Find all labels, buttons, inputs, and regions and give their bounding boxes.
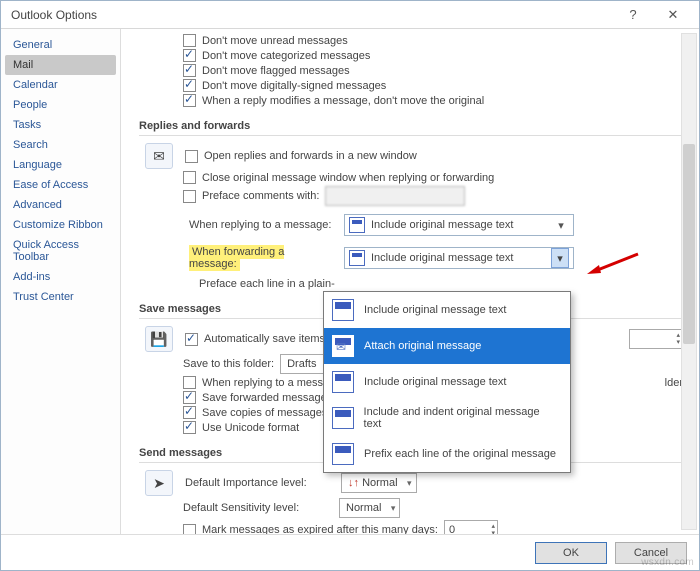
fwd-option-prefix[interactable]: Prefix each line of the original message bbox=[324, 436, 570, 472]
fwd-option-include[interactable]: Include original message text bbox=[324, 292, 570, 328]
check-label: Save forwarded messages bbox=[202, 392, 332, 404]
importance-select[interactable]: ↓↑ Normal bbox=[341, 473, 417, 493]
checkbox-expire[interactable] bbox=[183, 524, 196, 535]
message-icon bbox=[332, 299, 354, 321]
replies-icon: ✉ bbox=[145, 143, 173, 169]
forward-mode-label: When forwarding a message: bbox=[183, 246, 338, 270]
sidebar-item-search[interactable]: Search bbox=[5, 135, 116, 155]
checkbox[interactable] bbox=[183, 94, 196, 107]
importance-label: Default Importance level: bbox=[185, 477, 335, 489]
check-label: Automatically save items th bbox=[204, 333, 337, 345]
sidebar-item-quick-access-toolbar[interactable]: Quick Access Toolbar bbox=[5, 235, 116, 267]
window-title: Outlook Options bbox=[11, 8, 613, 22]
fwd-option-indent[interactable]: Include and indent original message text bbox=[324, 400, 570, 436]
sidebar-item-general[interactable]: General bbox=[5, 35, 116, 55]
sidebar-item-advanced[interactable]: Advanced bbox=[5, 195, 116, 215]
checkbox[interactable] bbox=[183, 79, 196, 92]
ok-button[interactable]: OK bbox=[535, 542, 607, 564]
checkbox-preface-comments[interactable] bbox=[183, 190, 196, 203]
sidebar-item-add-ins[interactable]: Add-ins bbox=[5, 267, 116, 287]
sensitivity-label: Default Sensitivity level: bbox=[183, 502, 333, 514]
checkbox-save-forwarded[interactable] bbox=[183, 391, 196, 404]
forward-mode-dropdown[interactable]: Include original message text ▾ bbox=[344, 247, 574, 269]
save-folder-label: Save to this folder: bbox=[183, 358, 274, 370]
expire-days-spinner[interactable]: 0 bbox=[444, 520, 498, 534]
checkbox-close-original[interactable] bbox=[183, 171, 196, 184]
checkbox-open-new-window[interactable] bbox=[185, 150, 198, 163]
autosave-minutes-spinner[interactable] bbox=[629, 329, 683, 349]
sidebar-item-ease-of-access[interactable]: Ease of Access bbox=[5, 175, 116, 195]
fwd-option-include-2[interactable]: Include original message text bbox=[324, 364, 570, 400]
message-prefix-icon bbox=[332, 443, 354, 465]
sidebar-item-tasks[interactable]: Tasks bbox=[5, 115, 116, 135]
check-label: Open replies and forwards in a new windo… bbox=[204, 150, 417, 162]
cancel-button[interactable]: Cancel bbox=[615, 542, 687, 564]
check-label: Close original message window when reply… bbox=[202, 172, 494, 184]
sidebar-item-people[interactable]: People bbox=[5, 95, 116, 115]
check-label: Don't move flagged messages bbox=[202, 65, 350, 77]
message-icon bbox=[349, 250, 365, 266]
message-icon bbox=[332, 371, 354, 393]
preface-comments-input[interactable] bbox=[325, 186, 465, 206]
sidebar-item-language[interactable]: Language bbox=[5, 155, 116, 175]
reply-mode-label: When replying to a message: bbox=[183, 219, 338, 231]
sidebar-item-customize-ribbon[interactable]: Customize Ribbon bbox=[5, 215, 116, 235]
section-replies-forwards: Replies and forwards bbox=[139, 116, 683, 136]
fwd-option-attach[interactable]: Attach original message bbox=[324, 328, 570, 364]
checkbox[interactable] bbox=[183, 64, 196, 77]
check-label: When replying to a message bbox=[202, 377, 341, 389]
check-label: When a reply modifies a message, don't m… bbox=[202, 95, 484, 107]
check-label: Don't move unread messages bbox=[202, 35, 348, 47]
send-icon: ➤ bbox=[145, 470, 173, 496]
check-label: Mark messages as expired after this many… bbox=[202, 524, 438, 534]
check-label: Preface comments with: bbox=[202, 190, 319, 202]
check-label: Save copies of messages in bbox=[202, 407, 339, 419]
scrollbar-thumb[interactable] bbox=[683, 144, 695, 344]
help-button[interactable]: ? bbox=[613, 7, 653, 22]
attach-message-icon bbox=[332, 335, 354, 357]
sidebar-item-calendar[interactable]: Calendar bbox=[5, 75, 116, 95]
vertical-scrollbar[interactable] bbox=[681, 33, 697, 530]
message-indent-icon bbox=[332, 407, 354, 429]
checkbox[interactable] bbox=[183, 34, 196, 47]
outlook-options-dialog: Outlook Options ? ✕ General Mail Calenda… bbox=[0, 0, 700, 571]
message-icon bbox=[349, 217, 365, 233]
checkbox-unicode[interactable] bbox=[183, 421, 196, 434]
checkbox-reply-same-folder[interactable] bbox=[183, 376, 196, 389]
options-sidebar: General Mail Calendar People Tasks Searc… bbox=[1, 29, 121, 534]
check-label: Use Unicode format bbox=[202, 422, 299, 434]
checkbox[interactable] bbox=[183, 49, 196, 62]
dialog-footer: OK Cancel bbox=[1, 534, 699, 570]
checkbox-save-copies[interactable] bbox=[183, 406, 196, 419]
close-button[interactable]: ✕ bbox=[653, 7, 693, 23]
chevron-down-icon: ▾ bbox=[553, 219, 569, 232]
sensitivity-select[interactable]: Normal bbox=[339, 498, 400, 518]
chevron-down-icon[interactable]: ▾ bbox=[551, 248, 569, 268]
check-label: Don't move digitally-signed messages bbox=[202, 80, 386, 92]
check-label: Don't move categorized messages bbox=[202, 50, 370, 62]
content-panel: Don't move unread messages Don't move ca… bbox=[121, 29, 699, 534]
preface-line-label: Preface each line in a plain- bbox=[199, 278, 335, 290]
save-icon: 💾 bbox=[145, 326, 173, 352]
sidebar-item-trust-center[interactable]: Trust Center bbox=[5, 287, 116, 307]
checkbox-autosave[interactable] bbox=[185, 333, 198, 346]
sidebar-item-mail[interactable]: Mail bbox=[5, 55, 116, 75]
reply-mode-dropdown[interactable]: Include original message text ▾ bbox=[344, 214, 574, 236]
titlebar: Outlook Options ? ✕ bbox=[1, 1, 699, 29]
forward-mode-menu: Include original message text Attach ori… bbox=[323, 291, 571, 473]
